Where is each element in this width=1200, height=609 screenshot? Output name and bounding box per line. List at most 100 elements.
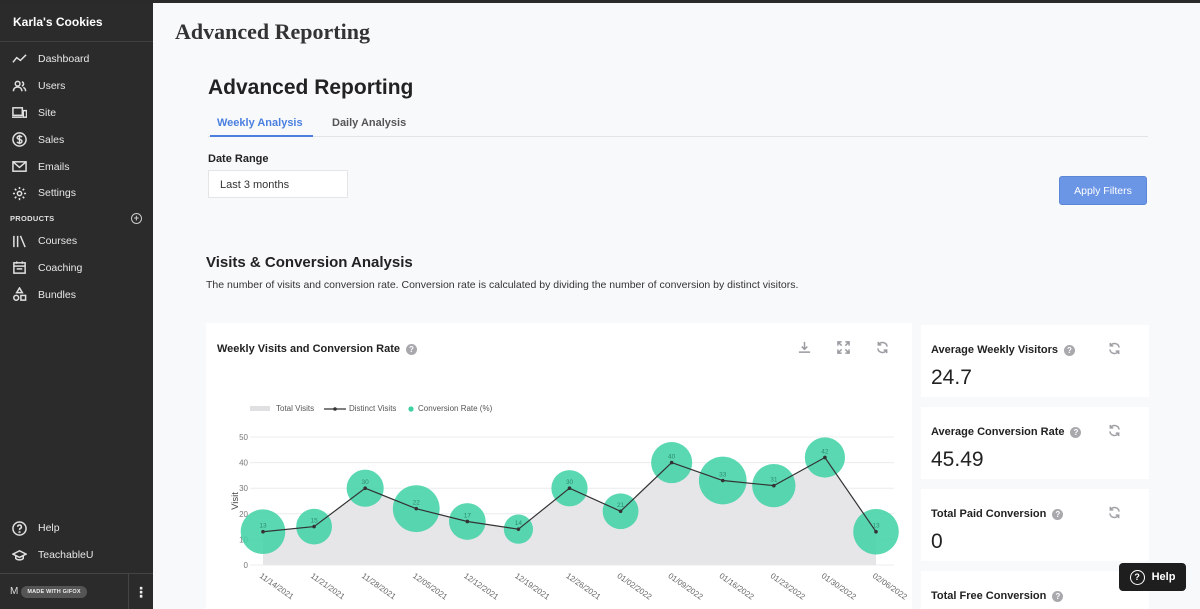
- bubble-label: 31: [770, 477, 778, 484]
- sidebar-item-label: Bundles: [38, 288, 76, 301]
- more-options-icon[interactable]: ⋮: [128, 574, 153, 609]
- help-icon[interactable]: ?: [1052, 590, 1064, 602]
- sidebar-item-label: Coaching: [38, 261, 83, 274]
- sidebar-item-label: TeachableU: [38, 549, 94, 562]
- sidebar-item-coaching[interactable]: Coaching: [0, 255, 153, 282]
- help-icon[interactable]: ?: [1063, 344, 1075, 356]
- main-nav: Dashboard Users Site Sales Emails Settin…: [0, 42, 153, 207]
- refresh-icon[interactable]: [1108, 506, 1121, 524]
- x-tick-label: 11/28/2021: [360, 571, 398, 601]
- sidebar-item-settings[interactable]: Settings: [0, 180, 153, 207]
- sidebar-item-label: Emails: [38, 160, 70, 173]
- tab-weekly-analysis[interactable]: Weekly Analysis: [217, 117, 303, 129]
- x-tick-label: 01/23/2022: [769, 571, 807, 602]
- devices-icon: [11, 105, 27, 121]
- dollar-icon: [11, 132, 27, 148]
- legend-label-total: Total Visits: [276, 404, 314, 413]
- stat-label: Average Weekly Visitors?: [931, 344, 1075, 356]
- help-button-label: Help: [1151, 571, 1176, 583]
- sidebar-item-label: Settings: [38, 187, 76, 200]
- sidebar-item-sales[interactable]: Sales: [0, 126, 153, 153]
- help-icon[interactable]: ?: [1052, 508, 1064, 520]
- x-tick-label: 12/05/2021: [411, 571, 449, 602]
- y-tick-label: 50: [239, 433, 248, 442]
- apply-filters-button[interactable]: Apply Filters: [1059, 176, 1147, 205]
- help-icon: ?: [1129, 569, 1145, 585]
- distinct-visits-point: [720, 478, 725, 483]
- main-content: Advanced Reporting Advanced Reporting We…: [153, 3, 1200, 609]
- bubble-label: 17: [464, 512, 472, 519]
- school-name[interactable]: Karla's Cookies: [0, 3, 153, 42]
- sidebar-item-label: Site: [38, 106, 57, 119]
- legend-swatch-conversion: [408, 406, 414, 412]
- stat-value: 0: [931, 530, 943, 553]
- legend-label-distinct: Distinct Visits: [349, 404, 396, 413]
- refresh-icon[interactable]: [1108, 342, 1121, 360]
- x-tick-label: 12/12/2021: [462, 571, 500, 602]
- distinct-visits-point: [363, 486, 367, 490]
- distinct-visits-point: [414, 506, 419, 511]
- page-title: Advanced Reporting: [175, 19, 370, 44]
- x-tick-label: 12/19/2021: [513, 571, 551, 602]
- bubble-label: 22: [413, 500, 421, 507]
- help-icon[interactable]: ?: [1070, 426, 1082, 438]
- sidebar-item-label: Help: [38, 522, 60, 535]
- sidebar-item-courses[interactable]: Courses: [0, 228, 153, 255]
- distinct-visits-point: [261, 529, 265, 534]
- stat-label-text: Average Weekly Visitors: [931, 344, 1058, 356]
- x-tick-label: 11/14/2021: [258, 571, 296, 601]
- stat-label: Average Conversion Rate?: [931, 426, 1082, 438]
- help-button[interactable]: ? Help: [1119, 563, 1186, 591]
- date-range-select[interactable]: Last 3 months: [208, 170, 348, 198]
- distinct-visits-point: [618, 509, 623, 514]
- app-frame: Karla's Cookies Dashboard Users Site Sal…: [0, 3, 1200, 609]
- sidebar-item-label: Sales: [38, 133, 65, 146]
- products-heading: PRODUCTS +: [0, 207, 153, 228]
- x-tick-label: 02/06/2022: [871, 571, 909, 602]
- gear-icon: [11, 185, 27, 201]
- gifox-badge: MADE WITH GIFOX: [21, 585, 87, 598]
- stat-card-conversion-rate: Average Conversion Rate? 45.49: [921, 407, 1149, 479]
- tab-daily-analysis[interactable]: Daily Analysis: [332, 117, 406, 129]
- bubble-label: 30: [362, 479, 370, 486]
- sidebar-item-teachableu[interactable]: TeachableU: [0, 542, 153, 569]
- chart-plot[interactable]: 01020304050Visit131530221714302140333142…: [206, 323, 912, 609]
- y-axis-label: Visit: [230, 492, 241, 510]
- sidebar-item-label: Users: [38, 80, 66, 93]
- sidebar-item-dashboard[interactable]: Dashboard: [0, 46, 153, 73]
- distinct-visits-point: [669, 460, 674, 465]
- sidebar-item-site[interactable]: Site: [0, 100, 153, 127]
- account-initial[interactable]: M: [10, 586, 18, 597]
- library-icon: [11, 233, 27, 249]
- x-tick-label: 01/02/2022: [615, 571, 653, 602]
- active-tab-indicator: [210, 135, 313, 137]
- y-tick-label: 40: [239, 459, 248, 468]
- bubble-label: 30: [566, 479, 574, 486]
- y-tick-label: 0: [244, 561, 249, 570]
- date-range-label: Date Range: [208, 153, 269, 165]
- add-product-icon[interactable]: +: [131, 212, 142, 224]
- bubble-label: 33: [719, 472, 727, 479]
- calendar-icon: [11, 260, 27, 276]
- mail-icon: [11, 159, 27, 175]
- stat-label-text: Average Conversion Rate: [931, 426, 1065, 438]
- x-tick-label: 11/21/2021: [309, 571, 347, 601]
- y-tick-label: 30: [239, 484, 248, 493]
- stat-card-free-conversion: Total Free Conversion?: [921, 571, 1149, 609]
- sidebar-item-emails[interactable]: Emails: [0, 153, 153, 180]
- sidebar-item-bundles[interactable]: Bundles: [0, 281, 153, 308]
- sidebar-item-users[interactable]: Users: [0, 73, 153, 100]
- bubble-label: 15: [310, 518, 318, 525]
- products-heading-label: PRODUCTS: [10, 213, 55, 223]
- refresh-icon[interactable]: [1108, 424, 1121, 442]
- bottom-nav: Help TeachableU: [0, 511, 153, 569]
- stat-card-paid-conversion: Total Paid Conversion? 0: [921, 489, 1149, 561]
- stat-label: Total Free Conversion?: [931, 590, 1064, 602]
- help-icon: [11, 520, 27, 536]
- sidebar-item-help[interactable]: Help: [0, 515, 153, 542]
- account-footer: M MADE WITH GIFOX ⋮: [0, 573, 153, 609]
- stat-label: Total Paid Conversion?: [931, 508, 1064, 520]
- bubble-label: 42: [821, 448, 829, 455]
- distinct-visits-point: [772, 483, 776, 488]
- distinct-visits-point: [465, 519, 470, 524]
